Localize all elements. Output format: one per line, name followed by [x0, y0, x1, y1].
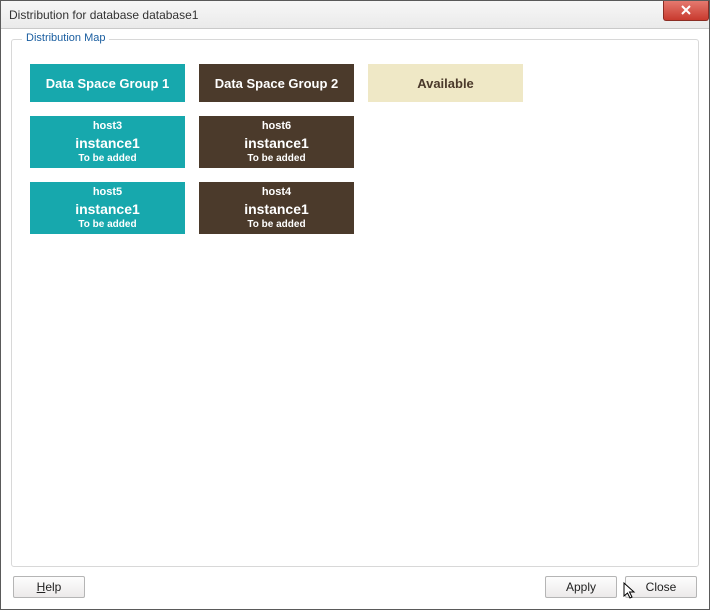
instance-status: To be added: [247, 218, 305, 231]
column-header-available[interactable]: Available: [368, 64, 523, 102]
empty-cell: [368, 182, 523, 234]
instance-tile[interactable]: host5 instance1 To be added: [30, 182, 185, 234]
distribution-map-group: Distribution Map Data Space Group 1 Data…: [11, 39, 699, 567]
instance-host: host3: [93, 119, 122, 133]
instance-name: instance1: [75, 134, 140, 152]
groupbox-label: Distribution Map: [22, 32, 109, 44]
instance-tile[interactable]: host4 instance1 To be added: [199, 182, 354, 234]
instance-host: host5: [93, 185, 122, 199]
instance-name: instance1: [244, 134, 309, 152]
column-label: Data Space Group 1: [46, 76, 170, 91]
dialog-window: Distribution for database database1 Dist…: [0, 0, 710, 610]
close-icon: [681, 4, 691, 18]
instance-tile[interactable]: host3 instance1 To be added: [30, 116, 185, 168]
instance-status: To be added: [78, 152, 136, 165]
instance-host: host6: [262, 119, 291, 133]
button-label: Apply: [566, 580, 596, 594]
content-area: Distribution Map Data Space Group 1 Data…: [1, 29, 709, 609]
apply-button[interactable]: Apply: [545, 576, 617, 598]
instance-tile[interactable]: host6 instance1 To be added: [199, 116, 354, 168]
instance-status: To be added: [247, 152, 305, 165]
button-row: Help Apply Close: [11, 567, 699, 601]
close-button[interactable]: Close: [625, 576, 697, 598]
instance-name: instance1: [75, 200, 140, 218]
column-header-group2[interactable]: Data Space Group 2: [199, 64, 354, 102]
instance-status: To be added: [78, 218, 136, 231]
window-close-button[interactable]: [663, 1, 709, 21]
empty-cell: [368, 116, 523, 168]
instance-name: instance1: [244, 200, 309, 218]
column-header-group1[interactable]: Data Space Group 1: [30, 64, 185, 102]
button-label: Close: [646, 580, 677, 594]
window-title: Distribution for database database1: [9, 8, 198, 22]
distribution-grid: Data Space Group 1 Data Space Group 2 Av…: [24, 58, 686, 240]
right-button-group: Apply Close: [545, 576, 697, 598]
column-label: Available: [417, 76, 474, 91]
button-label: Help: [37, 580, 62, 594]
column-label: Data Space Group 2: [215, 76, 339, 91]
help-button[interactable]: Help: [13, 576, 85, 598]
titlebar: Distribution for database database1: [1, 1, 709, 29]
instance-host: host4: [262, 185, 291, 199]
